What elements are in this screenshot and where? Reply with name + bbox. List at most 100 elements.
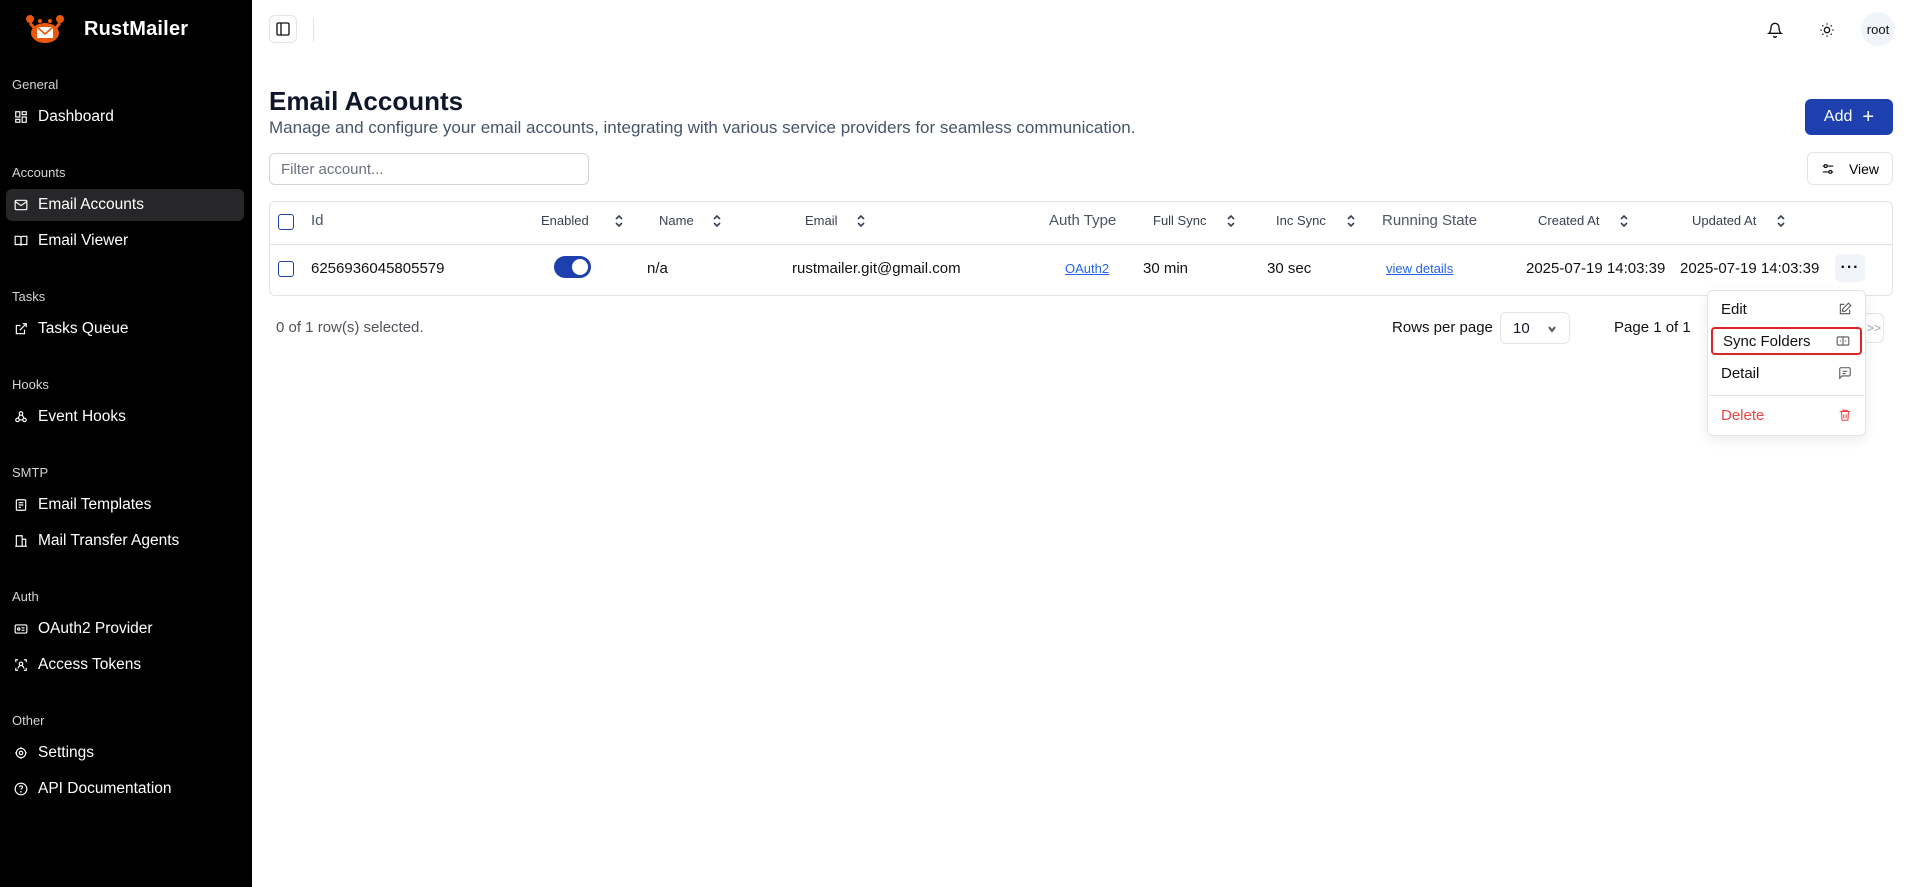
nav-group-accounts: Accounts bbox=[12, 165, 66, 180]
sliders-icon bbox=[1822, 163, 1834, 174]
trash-icon bbox=[1839, 409, 1851, 421]
crab-logo-icon bbox=[26, 15, 64, 43]
sidebar-item-label: Email Templates bbox=[38, 496, 152, 513]
help-circle-icon bbox=[14, 782, 28, 796]
column-label: Name bbox=[659, 213, 694, 228]
column-header-inc-sync[interactable]: Inc Sync bbox=[1276, 213, 1356, 228]
add-button-label: Add bbox=[1823, 108, 1853, 125]
cell-id: 6256936045805579 bbox=[311, 260, 445, 277]
column-header-enabled[interactable]: Enabled bbox=[541, 213, 624, 228]
external-link-icon bbox=[14, 322, 28, 336]
sidebar-item-label: Mail Transfer Agents bbox=[38, 532, 180, 549]
nav-group-general: General bbox=[12, 77, 59, 92]
rows-per-page-select[interactable]: 10 bbox=[1500, 312, 1570, 344]
rows-per-page-value: 10 bbox=[1513, 319, 1530, 337]
nav-group-smtp: SMTP bbox=[12, 465, 49, 480]
menu-item-label: Edit bbox=[1721, 300, 1747, 318]
nav-group-tasks: Tasks bbox=[12, 289, 46, 304]
menu-item-sync-folders[interactable]: Sync Folders bbox=[1711, 327, 1862, 355]
sidebar-item-tasks-queue[interactable]: Tasks Queue bbox=[6, 313, 244, 345]
menu-item-edit[interactable]: Edit bbox=[1711, 295, 1862, 323]
page-description: Manage and configure your email accounts… bbox=[269, 118, 1136, 137]
menu-item-label: Detail bbox=[1721, 364, 1760, 382]
column-header-email[interactable]: Email bbox=[805, 213, 866, 228]
bell-icon bbox=[1767, 22, 1783, 38]
sidebar: RustMailer General Dashboard Accounts Em… bbox=[0, 0, 252, 887]
folder-sync-icon bbox=[1836, 336, 1850, 346]
view-options-button[interactable]: View bbox=[1807, 152, 1893, 185]
sort-icon bbox=[856, 214, 866, 228]
sort-icon bbox=[1776, 214, 1786, 228]
cell-email: rustmailer.git@gmail.com bbox=[792, 260, 961, 277]
sort-icon bbox=[712, 214, 722, 228]
sidebar-item-label: OAuth2 Provider bbox=[38, 620, 153, 637]
gear-icon bbox=[14, 746, 28, 760]
message-square-icon bbox=[1839, 367, 1851, 380]
sidebar-item-settings[interactable]: Settings bbox=[6, 737, 244, 769]
menu-item-detail[interactable]: Detail bbox=[1711, 359, 1862, 387]
menu-item-label: Delete bbox=[1721, 406, 1765, 424]
column-label: Created At bbox=[1538, 213, 1600, 228]
sidebar-item-mail-transfer-agents[interactable]: Mail Transfer Agents bbox=[6, 525, 244, 557]
column-label: Email bbox=[805, 213, 838, 228]
filter-account-input[interactable] bbox=[269, 153, 589, 185]
column-label: Updated At bbox=[1692, 213, 1757, 228]
sidebar-item-label: Tasks Queue bbox=[38, 320, 129, 337]
sidebar-item-email-templates[interactable]: Email Templates bbox=[6, 489, 244, 521]
brand-name: RustMailer bbox=[84, 17, 189, 40]
header-divider bbox=[313, 18, 314, 42]
notifications-button[interactable] bbox=[1760, 15, 1790, 45]
column-header-created-at[interactable]: Created At bbox=[1538, 213, 1629, 228]
cell-updated-at: 2025-07-19 14:03:39 bbox=[1680, 260, 1820, 277]
theme-toggle-button[interactable] bbox=[1812, 15, 1842, 45]
sidebar-item-label: Access Tokens bbox=[38, 656, 142, 673]
mail-icon bbox=[14, 198, 28, 212]
page-title: Email Accounts bbox=[269, 86, 464, 116]
column-header-name[interactable]: Name bbox=[659, 213, 722, 228]
plus-icon: + bbox=[1862, 106, 1875, 128]
sort-icon bbox=[1226, 214, 1236, 228]
sidebar-item-access-tokens[interactable]: Access Tokens bbox=[6, 649, 244, 681]
menu-item-label: Sync Folders bbox=[1723, 332, 1811, 350]
auth-type-link[interactable]: OAuth2 bbox=[1065, 261, 1109, 276]
sidebar-item-label: Dashboard bbox=[38, 108, 114, 125]
sidebar-item-oauth2-provider[interactable]: OAuth2 Provider bbox=[6, 613, 244, 645]
sidebar-item-label: API Documentation bbox=[38, 780, 172, 797]
sidebar-item-dashboard[interactable]: Dashboard bbox=[6, 101, 244, 133]
menu-separator bbox=[1709, 395, 1864, 396]
running-state-link[interactable]: view details bbox=[1386, 261, 1453, 276]
row-select-checkbox[interactable] bbox=[278, 261, 294, 277]
add-account-button[interactable]: Add + bbox=[1805, 99, 1893, 135]
table-header-divider bbox=[270, 244, 1892, 245]
column-header-full-sync[interactable]: Full Sync bbox=[1153, 213, 1236, 228]
book-open-icon bbox=[14, 234, 28, 248]
cell-name: n/a bbox=[647, 260, 668, 277]
sidebar-item-email-viewer[interactable]: Email Viewer bbox=[6, 225, 244, 257]
menu-item-delete[interactable]: Delete bbox=[1711, 401, 1862, 429]
avatar[interactable]: root bbox=[1861, 12, 1895, 46]
enabled-toggle[interactable] bbox=[554, 256, 591, 278]
panel-left-icon bbox=[276, 22, 290, 36]
sidebar-item-label: Settings bbox=[38, 744, 95, 761]
chevron-down-icon bbox=[1548, 326, 1556, 333]
sidebar-item-event-hooks[interactable]: Event Hooks bbox=[6, 401, 244, 433]
column-header-updated-at[interactable]: Updated At bbox=[1692, 213, 1786, 228]
brand[interactable]: RustMailer bbox=[24, 12, 188, 46]
nav-group-hooks: Hooks bbox=[12, 377, 49, 392]
webhook-icon bbox=[14, 410, 28, 424]
select-all-checkbox[interactable] bbox=[278, 214, 294, 230]
page-info: Page 1 of 1 bbox=[1614, 319, 1691, 336]
sidebar-item-label: Email Accounts bbox=[38, 196, 144, 213]
sidebar-item-email-accounts[interactable]: Email Accounts bbox=[6, 189, 244, 221]
column-label: Enabled bbox=[541, 213, 589, 228]
sidebar-item-api-documentation[interactable]: API Documentation bbox=[6, 773, 244, 805]
nav-group-other: Other bbox=[12, 713, 45, 728]
sidebar-item-label: Event Hooks bbox=[38, 408, 126, 425]
sidebar-toggle-button[interactable] bbox=[269, 15, 297, 43]
row-actions-button[interactable]: ··· bbox=[1835, 254, 1865, 282]
view-button-label: View bbox=[1848, 160, 1880, 177]
sun-icon bbox=[1820, 23, 1834, 37]
sort-icon bbox=[614, 214, 624, 228]
column-label: Inc Sync bbox=[1276, 213, 1326, 228]
cell-inc-sync: 30 sec bbox=[1267, 260, 1312, 277]
